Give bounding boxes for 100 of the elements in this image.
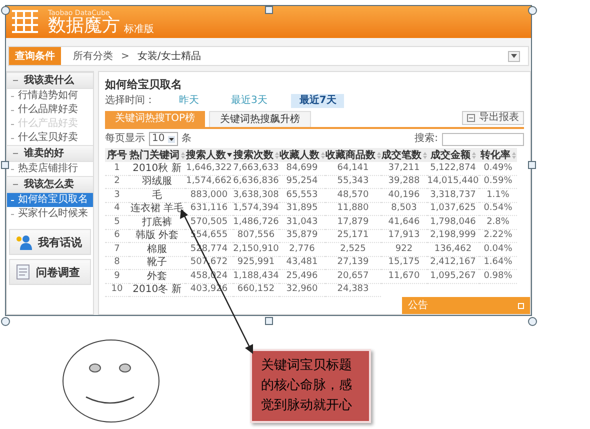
sort-icon [472,152,476,158]
table-cell: 1,646,322 [185,162,233,176]
table-cell: 136,462 [427,243,479,256]
table-cell: 1,574,662 [185,176,233,189]
time-label: 选择时间： [105,94,155,106]
table-cell: 2,776 [279,243,325,256]
search-label: 搜索: [414,133,438,145]
table-cell: 0.98% [479,270,517,284]
table-cell: 43,481 [279,256,325,270]
table-cell: 0.49% [479,162,517,176]
column-header[interactable]: 搜索人数 [185,148,233,162]
table-cell: 84,699 [279,162,325,176]
table-cell: 0.54% [479,202,517,216]
table-cell: 31,895 [279,202,325,216]
table-cell: 15,175 [381,256,427,270]
table-cell: 7,663,633 [233,162,279,176]
dropdown-button[interactable] [508,50,520,62]
sidebar-item[interactable]: 行情趋势如何 [7,89,93,103]
caret-icon [511,54,517,58]
sidebar-widget[interactable]: 我有话说 [9,229,91,255]
column-header[interactable]: 热门关键词 [129,148,185,162]
column-header[interactable]: 成交笔数 [381,148,427,162]
table-cell: 41,646 [381,216,427,230]
column-header[interactable]: 收藏人数 [279,148,325,162]
sidebar-item[interactable]: 什么宝贝好卖 [7,131,93,145]
caret-icon [168,136,175,142]
sidebar-item[interactable]: 买家什么时候来 [7,207,93,221]
table-cell: 14,015,440 [427,176,479,189]
callout-note: 关键词宝贝标题的核心命脉，感觉到脉动就开心 [250,349,371,423]
resize-handle[interactable] [265,317,273,325]
column-header[interactable]: 收藏商品数 [325,148,381,162]
sidebar-item[interactable]: 什么品牌好卖 [7,103,93,117]
column-header[interactable]: 搜索次数 [233,148,279,162]
table-cell: 棉服 [129,243,185,256]
table-cell: 883,000 [185,189,233,202]
breadcrumb-link[interactable]: 女装/女士精品 [137,48,201,64]
table-cell: 5 [105,216,129,230]
table-cell: 0.04% [479,243,517,256]
table-cell: 1,037,625 [427,202,479,216]
table-cell: 11,670 [381,270,427,284]
table-cell: 2.8% [479,216,517,230]
column-header: 序号 [105,148,129,162]
table-cell: 1,095,267 [427,270,479,284]
table-cell: 31,043 [279,216,325,230]
table-cell: 羽绒服 [129,176,185,189]
table-cell: 2,150,910 [233,243,279,256]
time-option[interactable]: 最近7天 [291,94,344,108]
tab[interactable]: 关键词热搜飙升榜 [209,111,312,127]
sort-descending-icon [227,153,232,157]
export-button[interactable]: 导出报表 [462,111,524,125]
table-cell: 8 [105,256,129,270]
table-cell: 64,141 [325,162,381,176]
table-cell: 5,122,874 [427,162,479,176]
export-icon [467,114,475,122]
section-header[interactable]: 我该卖什么 [7,72,93,89]
resize-handle[interactable] [1,6,10,15]
resize-handle[interactable] [528,6,537,15]
table-cell: 1,188,434 [233,270,279,284]
table-cell: 3,638,308 [233,189,279,202]
table-cell: 8,503 [381,202,427,216]
table-cell: 922 [381,243,427,256]
table-cell: 10 [105,284,129,297]
table-cell: 11,880 [325,202,381,216]
resize-handle[interactable] [528,161,536,169]
resize-handle[interactable] [1,317,10,326]
search-field[interactable] [442,132,524,146]
table-cell: 3,318,737 [427,189,479,202]
section-header[interactable]: 我该怎么卖 [7,176,93,193]
sidebar-widget[interactable]: 问卷调查 [9,259,91,285]
sidebar-item[interactable]: 热卖店铺排行 [7,162,93,176]
table-cell: 65,553 [279,189,325,202]
table-cell: 925,991 [233,256,279,270]
table-cell: 6,636,836 [233,176,279,189]
table-cell: 1,486,726 [233,216,279,230]
table-cell: 6 [105,230,129,243]
table-cell: 40,196 [381,189,427,202]
table-cell: 32,960 [279,284,325,297]
sidebar-item[interactable]: 如何给宝贝取名 [7,193,93,207]
page-size-label: 每页显示 [105,133,145,145]
table-cell: 20,657 [325,270,381,284]
table-cell: 9 [105,270,129,284]
resize-handle[interactable] [1,161,9,169]
table-cell: 3 [105,189,129,202]
document-icon [16,264,30,280]
sort-icon [512,152,516,158]
resize-handle[interactable] [528,317,537,326]
breadcrumb-link[interactable]: 所有分类 [73,48,113,64]
table-cell: 2,412,167 [427,256,479,270]
table-cell: 1 [105,162,129,176]
column-header[interactable]: 转化率 [479,148,517,162]
table-cell: 韩版 外套 [129,230,185,243]
notice-title: 公告 [408,298,428,313]
table-cell: 1,798,046 [427,216,479,230]
table-cell: 55,343 [325,176,381,189]
section-header[interactable]: 谁卖的好 [7,145,93,162]
resize-handle[interactable] [265,6,273,14]
page-size-select[interactable]: 10 [149,132,178,146]
column-header[interactable]: 成交金额 [427,148,479,162]
table-cell: 35,879 [279,230,325,243]
table-cell: 95,254 [279,176,325,189]
